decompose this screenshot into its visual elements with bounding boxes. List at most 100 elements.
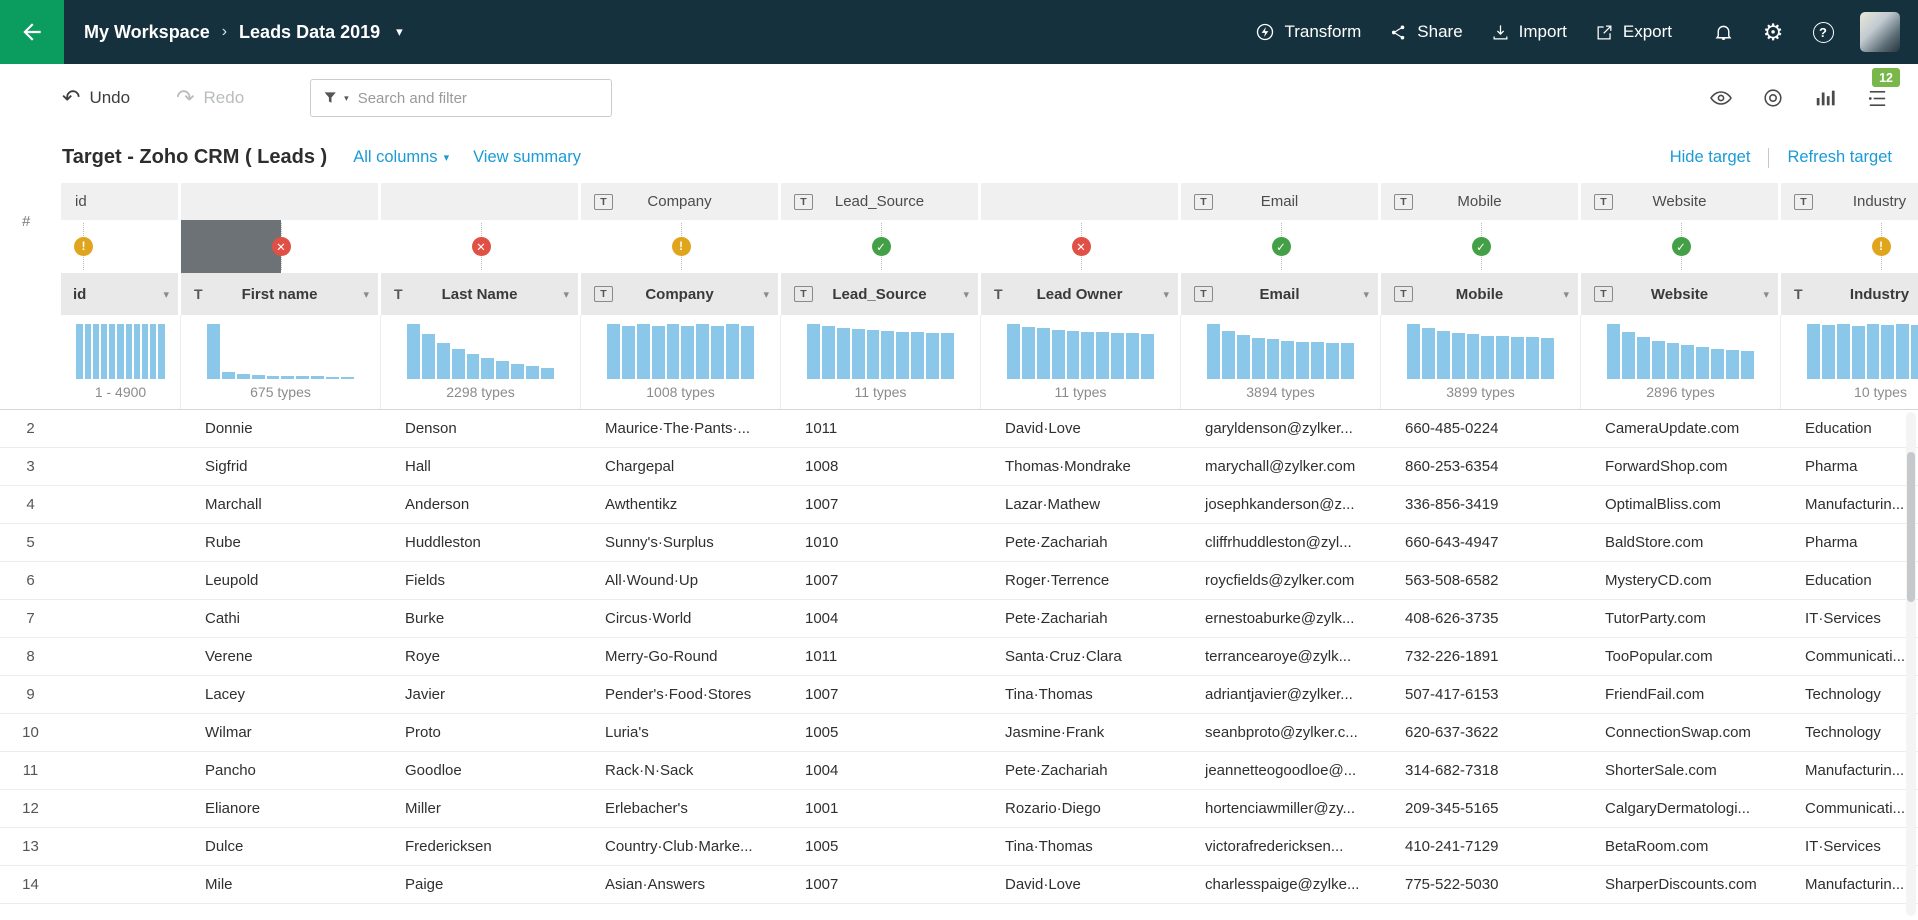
cell-company[interactable]: Country·Club·Marke... bbox=[581, 838, 781, 855]
histogram-company[interactable]: 1008 types bbox=[581, 315, 781, 409]
histogram-last_name[interactable]: 2298 types bbox=[381, 315, 581, 409]
cell-lead_owner[interactable]: Santa·Cruz·Clara bbox=[981, 648, 1181, 665]
cell-first_name[interactable]: Cathi bbox=[181, 610, 381, 627]
cell-mobile[interactable]: 620-637-3622 bbox=[1381, 724, 1581, 741]
cell-lead_source[interactable]: 1007 bbox=[781, 686, 981, 703]
cell-website[interactable]: OptimalBliss.com bbox=[1581, 496, 1781, 513]
cell-first_name[interactable]: Leupold bbox=[181, 572, 381, 589]
source-header-website[interactable]: TWebsite▾ bbox=[1581, 273, 1781, 315]
cell-company[interactable]: Chargepal bbox=[581, 458, 781, 475]
source-header-lead_owner[interactable]: TLead Owner▾ bbox=[981, 273, 1181, 315]
all-columns-dropdown[interactable]: All columns ▾ bbox=[353, 148, 449, 167]
source-header-lead_source[interactable]: TLead_Source▾ bbox=[781, 273, 981, 315]
cell-first_name[interactable]: Donnie bbox=[181, 420, 381, 437]
cell-industry[interactable]: IT·Services bbox=[1781, 838, 1918, 855]
cell-lead_source[interactable]: 1004 bbox=[781, 762, 981, 779]
cell-mobile[interactable]: 732-226-1891 bbox=[1381, 648, 1581, 665]
cell-last_name[interactable]: Miller bbox=[381, 800, 581, 817]
cell-company[interactable]: Maurice·The·Pants·... bbox=[581, 420, 781, 437]
cell-lead_source[interactable]: 1005 bbox=[781, 838, 981, 855]
cell-company[interactable]: Asian·Answers bbox=[581, 876, 781, 893]
target-cell-company[interactable]: TCompany bbox=[581, 183, 781, 220]
cell-last_name[interactable]: Paige bbox=[381, 876, 581, 893]
column-menu-caret-icon[interactable]: ▾ bbox=[963, 288, 969, 301]
cell-industry[interactable]: Manufacturin... bbox=[1781, 876, 1918, 893]
histogram-mobile[interactable]: 3899 types bbox=[1381, 315, 1581, 409]
preview-eye-icon[interactable] bbox=[1708, 85, 1734, 111]
cell-last_name[interactable]: Denson bbox=[381, 420, 581, 437]
target-cell-lead_owner[interactable] bbox=[981, 183, 1181, 220]
cell-last_name[interactable]: Goodloe bbox=[381, 762, 581, 779]
back-button[interactable] bbox=[0, 0, 64, 64]
vertical-scrollbar-track[interactable] bbox=[1906, 412, 1916, 916]
target-cell-first_name[interactable] bbox=[181, 183, 381, 220]
target-cell-id[interactable]: id bbox=[61, 183, 181, 220]
cell-mobile[interactable]: 314-682-7318 bbox=[1381, 762, 1581, 779]
cell-company[interactable]: Merry-Go-Round bbox=[581, 648, 781, 665]
cell-mobile[interactable]: 775-522-5030 bbox=[1381, 876, 1581, 893]
column-menu-caret-icon[interactable]: ▾ bbox=[563, 288, 569, 301]
cell-website[interactable]: ConnectionSwap.com bbox=[1581, 724, 1781, 741]
cell-industry[interactable]: Education bbox=[1781, 572, 1918, 589]
column-menu-caret-icon[interactable]: ▾ bbox=[1163, 288, 1169, 301]
vertical-scrollbar-thumb[interactable] bbox=[1907, 452, 1915, 602]
cell-website[interactable]: TooPopular.com bbox=[1581, 648, 1781, 665]
search-input[interactable] bbox=[358, 90, 599, 107]
histogram-first_name[interactable]: 675 types bbox=[181, 315, 381, 409]
histogram-lead_owner[interactable]: 11 types bbox=[981, 315, 1181, 409]
source-header-mobile[interactable]: TMobile▾ bbox=[1381, 273, 1581, 315]
cell-mobile[interactable]: 408-626-3735 bbox=[1381, 610, 1581, 627]
cell-website[interactable]: CameraUpdate.com bbox=[1581, 420, 1781, 437]
cell-first_name[interactable]: Elianore bbox=[181, 800, 381, 817]
target-cell-industry[interactable]: TIndustry bbox=[1781, 183, 1918, 220]
cell-lead_source[interactable]: 1010 bbox=[781, 534, 981, 551]
cell-lead_owner[interactable]: David·Love bbox=[981, 876, 1181, 893]
cell-website[interactable]: MysteryCD.com bbox=[1581, 572, 1781, 589]
cell-email[interactable]: ernestoaburke@zylk... bbox=[1181, 610, 1381, 627]
cell-company[interactable]: Luria's bbox=[581, 724, 781, 741]
cell-lead_owner[interactable]: Thomas·Mondrake bbox=[981, 458, 1181, 475]
cell-first_name[interactable]: Sigfrid bbox=[181, 458, 381, 475]
cell-lead_source[interactable]: 1004 bbox=[781, 610, 981, 627]
settings-gear-icon[interactable]: ⚙ bbox=[1760, 19, 1786, 45]
target-cell-last_name[interactable] bbox=[381, 183, 581, 220]
cell-first_name[interactable]: Rube bbox=[181, 534, 381, 551]
cell-last_name[interactable]: Fields bbox=[381, 572, 581, 589]
column-menu-caret-icon[interactable]: ▾ bbox=[1563, 288, 1569, 301]
cell-mobile[interactable]: 563-508-6582 bbox=[1381, 572, 1581, 589]
cell-mobile[interactable]: 660-643-4947 bbox=[1381, 534, 1581, 551]
cell-first_name[interactable]: Marchall bbox=[181, 496, 381, 513]
cell-industry[interactable]: Technology bbox=[1781, 686, 1918, 703]
cell-mobile[interactable]: 860-253-6354 bbox=[1381, 458, 1581, 475]
target-cell-email[interactable]: TEmail bbox=[1181, 183, 1381, 220]
cell-lead_source[interactable]: 1005 bbox=[781, 724, 981, 741]
cell-mobile[interactable]: 209-345-5165 bbox=[1381, 800, 1581, 817]
cell-first_name[interactable]: Wilmar bbox=[181, 724, 381, 741]
cell-company[interactable]: Awthentikz bbox=[581, 496, 781, 513]
column-stats-icon[interactable] bbox=[1812, 85, 1838, 111]
cell-lead_owner[interactable]: Pete·Zachariah bbox=[981, 762, 1181, 779]
cell-lead_owner[interactable]: Rozario·Diego bbox=[981, 800, 1181, 817]
redo-button[interactable]: ↷ Redo bbox=[176, 87, 244, 109]
cell-company[interactable]: Sunny's·Surplus bbox=[581, 534, 781, 551]
cell-lead_source[interactable]: 1001 bbox=[781, 800, 981, 817]
import-button[interactable]: Import bbox=[1491, 22, 1567, 42]
cell-email[interactable]: victorafredericksen... bbox=[1181, 838, 1381, 855]
cell-first_name[interactable]: Verene bbox=[181, 648, 381, 665]
cell-industry[interactable]: Communicati... bbox=[1781, 648, 1918, 665]
cell-email[interactable]: josephkanderson@z... bbox=[1181, 496, 1381, 513]
source-header-industry[interactable]: TIndustry▾ bbox=[1781, 273, 1918, 315]
export-button[interactable]: Export bbox=[1595, 22, 1672, 42]
cell-lead_source[interactable]: 1008 bbox=[781, 458, 981, 475]
cell-first_name[interactable]: Mile bbox=[181, 876, 381, 893]
target-cell-lead_source[interactable]: TLead_Source bbox=[781, 183, 981, 220]
histogram-id[interactable]: 1 - 4900 bbox=[61, 315, 181, 409]
cell-mobile[interactable]: 336-856-3419 bbox=[1381, 496, 1581, 513]
cell-email[interactable]: charlesspaige@zylke... bbox=[1181, 876, 1381, 893]
cell-company[interactable]: Pender's·Food·Stores bbox=[581, 686, 781, 703]
histogram-lead_source[interactable]: 11 types bbox=[781, 315, 981, 409]
cell-email[interactable]: marychall@zylker.com bbox=[1181, 458, 1381, 475]
cell-email[interactable]: jeannetteogoodloe@... bbox=[1181, 762, 1381, 779]
column-menu-caret-icon[interactable]: ▾ bbox=[1363, 288, 1369, 301]
cell-industry[interactable]: Technology bbox=[1781, 724, 1918, 741]
